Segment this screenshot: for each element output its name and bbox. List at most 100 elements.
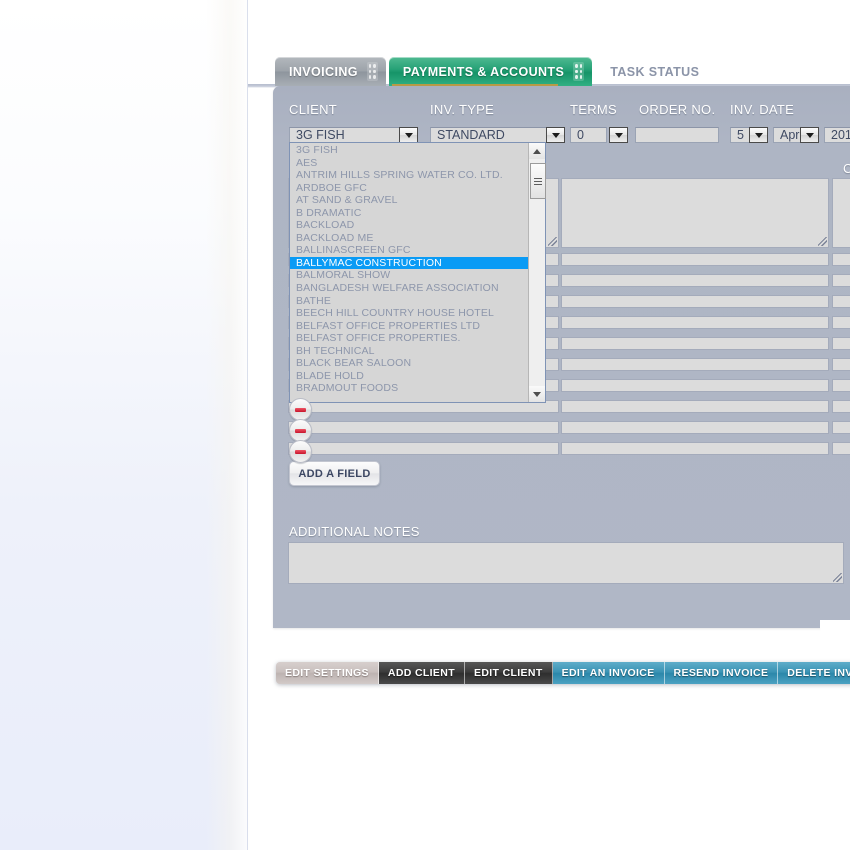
terms-select-chevron-down-icon[interactable] xyxy=(609,127,628,143)
line-row-cost[interactable] xyxy=(832,295,850,308)
client-dropdown-option[interactable]: BALMORAL SHOW xyxy=(290,269,528,282)
grip-dots-icon xyxy=(573,62,585,81)
client-dropdown-option[interactable]: BALLYMAC CONSTRUCTION xyxy=(290,256,528,270)
client-dropdown-list[interactable]: 3G FISH AES ANTRIM HILLS SPRING WATER CO. … xyxy=(289,142,546,403)
remove-row-button[interactable] xyxy=(289,440,312,463)
client-dropdown-scrollbar[interactable] xyxy=(528,143,546,402)
inv-date-day-value: 5 xyxy=(737,128,744,142)
inv-type-select-value: STANDARD xyxy=(437,128,505,142)
resize-grip-icon[interactable] xyxy=(833,573,842,582)
cost-label: C xyxy=(843,161,850,176)
client-dropdown-option[interactable]: AT SAND & GRAVEL xyxy=(290,194,528,207)
inv-date-day-chevron-down-icon[interactable] xyxy=(749,127,768,143)
action-add-client-button[interactable]: ADD CLIENT xyxy=(378,662,465,684)
tab-task-status[interactable]: TASK STATUS xyxy=(592,57,709,86)
action-edit-settings-button[interactable]: EDIT SETTINGS xyxy=(276,662,379,684)
client-dropdown-option[interactable]: BELFAST OFFICE PROPERTIES LTD xyxy=(290,320,528,333)
action-edit-an-invoice-button[interactable]: EDIT AN INVOICE xyxy=(552,662,665,684)
client-select[interactable]: 3G FISH xyxy=(289,127,409,143)
client-dropdown-option[interactable]: BEECH HILL COUNTRY HOUSE HOTEL xyxy=(290,307,528,320)
action-button-bar: EDIT SETTINGS ADD CLIENT EDIT CLIENT EDIT A… xyxy=(276,662,850,684)
inv-date-label: INV. DATE xyxy=(730,102,795,117)
inv-type-select-chevron-down-icon[interactable] xyxy=(546,127,565,143)
minus-icon xyxy=(295,428,306,433)
line-row-description[interactable] xyxy=(561,253,829,266)
client-dropdown-option[interactable]: BLACK BEAR SALOON xyxy=(290,357,528,370)
inv-type-select[interactable]: STANDARD xyxy=(430,127,550,143)
line-row-description[interactable] xyxy=(561,379,829,392)
client-dropdown-option[interactable]: BACKLOAD xyxy=(290,219,528,232)
line-row-cost[interactable] xyxy=(832,358,850,371)
line-row-description[interactable] xyxy=(561,400,829,413)
line-row-cost[interactable] xyxy=(832,274,850,287)
client-dropdown-option[interactable]: BANGLADESH WELFARE ASSOCIATION xyxy=(290,282,528,295)
cost-column-cell[interactable] xyxy=(832,178,850,248)
client-dropdown-option[interactable]: BH TECHNICAL xyxy=(290,345,528,358)
line-row-description[interactable] xyxy=(561,295,829,308)
inv-type-label: INV. TYPE xyxy=(430,102,495,117)
inv-date-month-value: Apr xyxy=(780,128,800,142)
tab-invoicing[interactable]: INVOICING xyxy=(275,57,386,86)
additional-notes-textarea[interactable] xyxy=(288,542,844,584)
active-tab-underline xyxy=(392,84,558,86)
line-row-description[interactable] xyxy=(561,358,829,371)
scroll-up-arrow-icon[interactable] xyxy=(529,143,545,159)
remove-row-button[interactable] xyxy=(289,419,312,442)
add-a-field-button[interactable]: ADD A FIELD xyxy=(289,461,380,486)
tab-payments-accounts-label: PAYMENTS & ACCOUNTS xyxy=(402,64,565,79)
client-dropdown-options[interactable]: 3G FISH AES ANTRIM HILLS SPRING WATER CO. … xyxy=(290,143,528,402)
resize-grip-icon[interactable] xyxy=(818,237,827,246)
add-a-field-label: ADD A FIELD xyxy=(298,467,371,480)
client-dropdown-option[interactable]: AES xyxy=(290,157,528,170)
terms-select[interactable]: 0 xyxy=(570,127,607,143)
line-row-cost[interactable] xyxy=(832,337,850,350)
scroll-down-arrow-icon[interactable] xyxy=(529,386,545,402)
tab-bar: INVOICING PAYMENTS & ACCOUNTS TASK STATU… xyxy=(275,56,850,86)
client-dropdown-option[interactable]: ANTRIM HILLS SPRING WATER CO. LTD. xyxy=(290,169,528,182)
line-row-cost[interactable] xyxy=(832,379,850,392)
terms-select-value: 0 xyxy=(577,128,584,142)
line-row-cost[interactable] xyxy=(832,421,850,434)
action-button-label: RESEND INVOICE xyxy=(673,667,769,679)
action-delete-invoice-button[interactable]: DELETE INVOICE xyxy=(778,662,850,684)
line-row-cost[interactable] xyxy=(832,253,850,266)
line-row-cost[interactable] xyxy=(832,442,850,455)
line-row-description[interactable] xyxy=(561,421,829,434)
line-row-description[interactable] xyxy=(561,337,829,350)
line-row-description[interactable] xyxy=(288,442,559,455)
resize-grip-icon[interactable] xyxy=(548,237,557,246)
description-textarea-secondary[interactable] xyxy=(561,178,829,248)
client-dropdown-option[interactable]: B DRAMATIC xyxy=(290,207,528,220)
line-row-description[interactable] xyxy=(561,316,829,329)
client-select-value: 3G FISH xyxy=(296,128,345,142)
grip-dots-icon xyxy=(366,62,378,81)
client-dropdown-option[interactable]: BELFAST OFFICE PROPERTIES. xyxy=(290,332,528,345)
action-button-label: ADD CLIENT xyxy=(387,667,455,679)
line-row-description[interactable] xyxy=(561,274,829,287)
inv-date-month-select[interactable]: Apr xyxy=(773,127,803,143)
tab-invoicing-label: INVOICING xyxy=(289,64,358,79)
action-edit-client-button[interactable]: EDIT CLIENT xyxy=(464,662,553,684)
inv-date-year-value: 2012 xyxy=(831,128,850,142)
client-dropdown-option[interactable]: BALLINASCREEN GFC xyxy=(290,244,528,257)
line-row-cost[interactable] xyxy=(832,400,850,413)
inv-date-month-chevron-down-icon[interactable] xyxy=(800,127,819,143)
action-resend-invoice-button[interactable]: RESEND INVOICE xyxy=(664,662,779,684)
line-row-description[interactable] xyxy=(288,421,559,434)
scrollbar-thumb[interactable] xyxy=(530,163,546,199)
client-dropdown-option[interactable]: BACKLOAD ME xyxy=(290,232,528,245)
action-button-label: EDIT CLIENT xyxy=(473,667,543,679)
remove-row-button[interactable] xyxy=(289,398,312,421)
client-dropdown-option[interactable]: BLADE HOLD xyxy=(290,370,528,383)
client-dropdown-option[interactable]: BRADMOUT FOODS xyxy=(290,382,528,395)
inv-date-year-select[interactable]: 2012 xyxy=(824,127,850,143)
client-dropdown-option[interactable]: ARDBOE GFC xyxy=(290,182,528,195)
order-no-input[interactable] xyxy=(635,127,719,143)
line-row-cost[interactable] xyxy=(832,316,850,329)
client-dropdown-option[interactable]: 3G FISH xyxy=(290,144,528,157)
client-dropdown-option[interactable]: BATHE xyxy=(290,295,528,308)
line-row-description[interactable] xyxy=(561,442,829,455)
client-select-chevron-down-icon[interactable] xyxy=(399,127,418,143)
panel-corner-notch xyxy=(820,620,850,642)
tab-payments-accounts[interactable]: PAYMENTS & ACCOUNTS xyxy=(388,57,593,86)
